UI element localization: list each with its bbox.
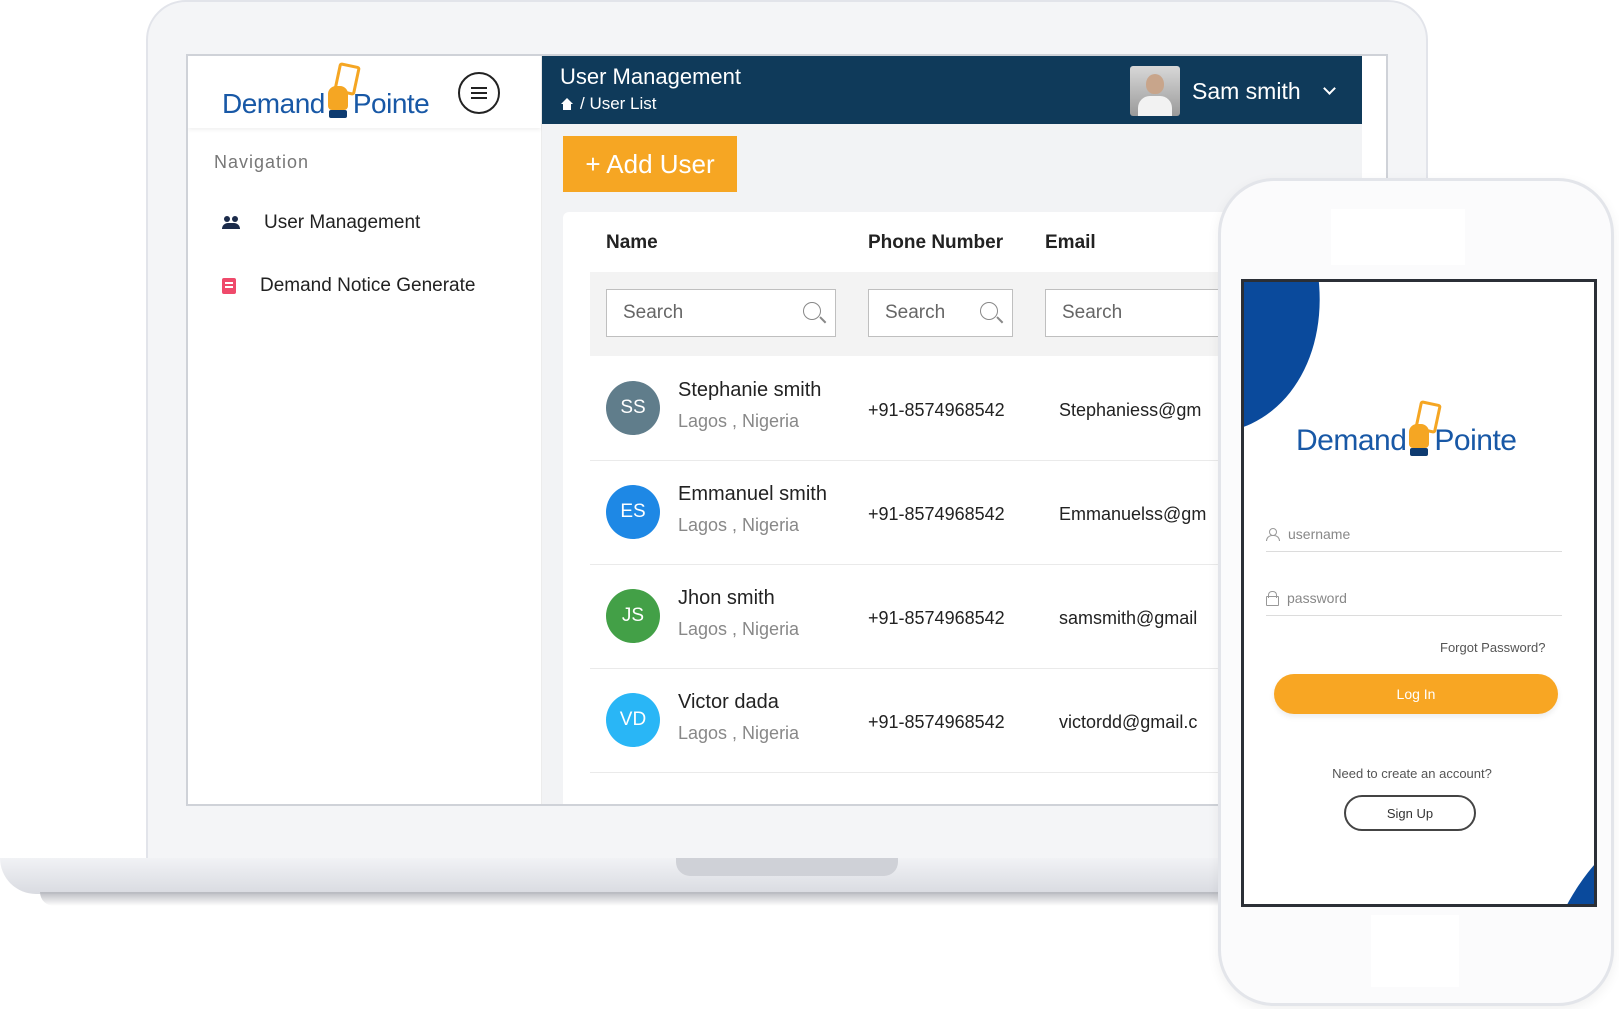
- document-icon: [222, 278, 236, 294]
- password-input[interactable]: [1287, 589, 1537, 606]
- chevron-down-icon: [1322, 82, 1336, 95]
- laptop-notch: [676, 858, 898, 876]
- user-email: Stephaniess@gm: [1059, 400, 1202, 420]
- laptop-shadow: [40, 892, 1240, 906]
- column-header-name[interactable]: Name: [606, 232, 658, 254]
- user-name: Sam smith: [1192, 77, 1301, 104]
- search-icon: [803, 302, 821, 320]
- name-search-field: [606, 289, 836, 337]
- user-name: Stephanie smith: [678, 379, 822, 401]
- user-email: victordd@gmail.c: [1059, 712, 1198, 732]
- hand-receipt-icon: [1407, 400, 1443, 458]
- forgot-password-link[interactable]: Forgot Password?: [1440, 640, 1546, 655]
- user-location: Lagos , Nigeria: [678, 723, 800, 743]
- phone-home-button: [1371, 915, 1459, 987]
- brand-name-left: Demand: [222, 88, 325, 119]
- phone-search-field: [868, 289, 1013, 337]
- lock-icon: [1266, 591, 1279, 606]
- user-phone: +91-8574968542: [868, 712, 1005, 732]
- user-initials-avatar: VD: [606, 693, 660, 747]
- phone-search-input[interactable]: [885, 302, 974, 324]
- page-title: User Management: [560, 64, 741, 89]
- laptop-base: [0, 858, 1240, 894]
- column-header-phone[interactable]: Phone Number: [868, 232, 1003, 254]
- brand-bar: Demand Pointe: [188, 56, 541, 128]
- user-initials-avatar: JS: [606, 589, 660, 643]
- user-email: samsmith@gmail: [1059, 608, 1198, 628]
- user-initials-avatar: ES: [606, 485, 660, 539]
- hand-receipt-icon: [326, 62, 361, 120]
- decorative-wave: [1544, 790, 1594, 904]
- user-name: Jhon smith: [678, 587, 775, 609]
- email-search-field: [1045, 289, 1225, 337]
- user-initials-avatar: SS: [606, 381, 660, 435]
- user-icon: [1266, 527, 1280, 541]
- brand-logo[interactable]: Demand Pointe: [222, 62, 430, 120]
- username-input[interactable]: [1288, 525, 1538, 542]
- menu-toggle-icon[interactable]: [458, 72, 500, 114]
- username-field: [1266, 516, 1562, 552]
- add-user-button[interactable]: + Add User: [563, 136, 737, 192]
- email-search-input[interactable]: [1062, 302, 1176, 324]
- brand-name-right: Pointe: [352, 88, 430, 119]
- mobile-brand-logo: Demand Pointe: [1296, 400, 1517, 458]
- name-search-input[interactable]: [623, 302, 772, 324]
- home-icon[interactable]: [560, 98, 574, 110]
- users-icon: [222, 216, 240, 230]
- breadcrumb-text: / User List: [580, 94, 657, 113]
- device-mockup: Demand Pointe Navigation User Management…: [0, 0, 1619, 1009]
- password-field: [1266, 580, 1562, 616]
- user-name: Emmanuel smith: [678, 483, 827, 505]
- phone-speaker: [1331, 209, 1465, 265]
- header-bar: User Management / User List Sam smith: [542, 56, 1362, 124]
- brand-name-right: Pointe: [1434, 424, 1517, 457]
- phone-frame: Demand Pointe Forgot Password? Log In Ne…: [1218, 178, 1614, 1006]
- user-phone: +91-8574968542: [868, 400, 1005, 420]
- breadcrumb: / User List: [560, 94, 657, 114]
- user-email: Emmanuelss@gm: [1059, 504, 1207, 524]
- nav-title: Navigation: [214, 152, 310, 172]
- signup-button[interactable]: Sign Up: [1344, 795, 1476, 831]
- sidebar-item-user-management[interactable]: User Management: [222, 212, 420, 234]
- brand-name-left: Demand: [1296, 424, 1407, 457]
- sidebar-item-label: User Management: [264, 212, 421, 233]
- user-name: Victor dada: [678, 691, 779, 713]
- login-button[interactable]: Log In: [1274, 674, 1558, 714]
- user-location: Lagos , Nigeria: [678, 411, 800, 431]
- user-phone: +91-8574968542: [868, 608, 1005, 628]
- user-location: Lagos , Nigeria: [678, 515, 800, 535]
- sidebar-item-demand-notice[interactable]: Demand Notice Generate: [222, 275, 475, 297]
- search-icon: [980, 302, 998, 320]
- sidebar-item-label: Demand Notice Generate: [260, 275, 476, 296]
- user-location: Lagos , Nigeria: [678, 619, 800, 639]
- signup-prompt: Need to create an account?: [1332, 766, 1492, 781]
- avatar: [1130, 66, 1180, 116]
- laptop-screen: Demand Pointe Navigation User Management…: [186, 54, 1388, 806]
- sidebar: Demand Pointe Navigation User Management…: [188, 56, 542, 804]
- mobile-login-screen: Demand Pointe Forgot Password? Log In Ne…: [1241, 279, 1597, 907]
- user-phone: +91-8574968542: [868, 504, 1005, 524]
- user-menu[interactable]: Sam smith: [1130, 66, 1336, 116]
- column-header-email[interactable]: Email: [1045, 232, 1096, 254]
